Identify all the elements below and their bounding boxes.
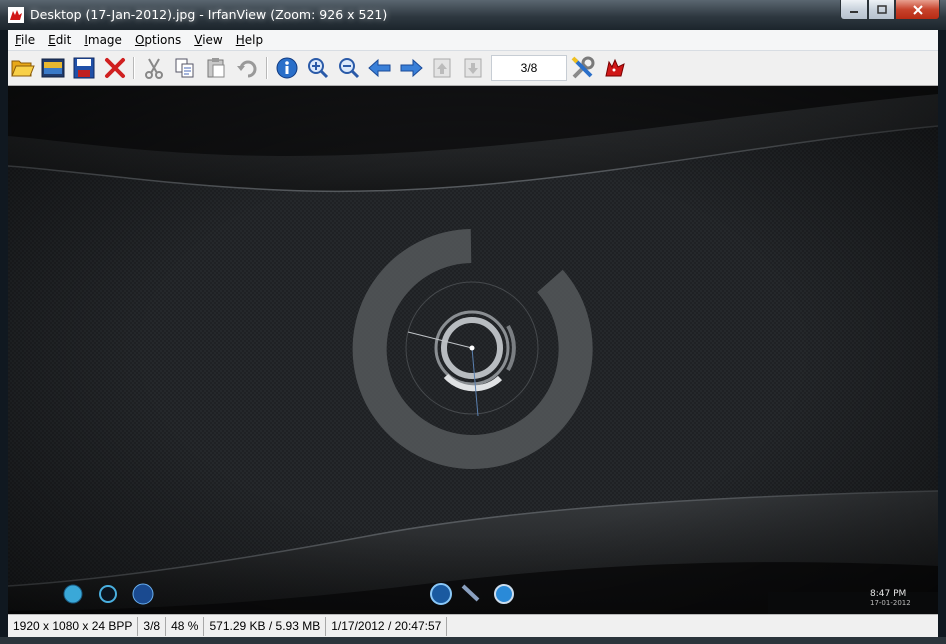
menu-help-mnemonic: H [235, 33, 245, 47]
save-icon [73, 57, 95, 79]
delete-button[interactable] [102, 55, 128, 81]
menu-help-label: elp [244, 33, 264, 47]
toolbar-separator [266, 57, 268, 79]
previous-button[interactable] [367, 55, 393, 81]
menu-options[interactable]: Options [128, 33, 187, 47]
window-frame-bottom [0, 637, 946, 644]
menu-file-label: ile [21, 33, 36, 47]
zoom-out-icon [339, 58, 360, 79]
page-indicator[interactable]: 3/8 [491, 55, 567, 81]
menu-view-label: iew [202, 33, 223, 47]
minimize-button[interactable] [840, 0, 868, 20]
properties-tools-icon [571, 56, 595, 79]
wallpaper-image [8, 86, 938, 614]
info-icon [276, 57, 298, 79]
slideshow-button[interactable] [40, 55, 66, 81]
about-button[interactable] [602, 55, 628, 81]
info-button[interactable] [274, 55, 300, 81]
menu-view-mnemonic: V [194, 33, 203, 47]
next-button[interactable] [398, 55, 424, 81]
overlay-clock-time: 8:47 PM [870, 589, 907, 599]
copy-button[interactable] [172, 55, 198, 81]
maximize-button[interactable] [868, 0, 895, 20]
status-datetime: 1/17/2012 / 20:47:57 [326, 617, 448, 636]
next-arrow-icon [400, 58, 423, 78]
status-bar: 1920 x 1080 x 24 BPP 3/8 48 % 571.29 KB … [8, 614, 938, 638]
menu-view[interactable]: View [187, 33, 228, 47]
close-icon [912, 4, 923, 15]
undo-button[interactable] [234, 55, 260, 81]
image-viewport[interactable]: 8:47 PM 17-01-2012 [8, 86, 938, 614]
menu-file[interactable]: File [8, 33, 41, 47]
menu-edit-mnemonic: E [48, 33, 56, 47]
paste-button[interactable] [203, 55, 229, 81]
previous-arrow-icon [368, 58, 391, 78]
menu-image[interactable]: Image [77, 33, 128, 47]
status-filesize: 571.29 KB / 5.93 MB [204, 617, 327, 636]
open-button[interactable] [10, 55, 36, 81]
properties-button[interactable] [570, 55, 596, 81]
irfanview-about-icon [605, 58, 625, 77]
menu-options-label: ptions [144, 33, 182, 47]
paste-icon [207, 58, 225, 78]
zoom-in-icon [308, 58, 329, 79]
zoom-in-button[interactable] [305, 55, 331, 81]
delete-icon [105, 58, 125, 78]
toolbar-separator [133, 57, 135, 79]
window-title: Desktop (17-Jan-2012).jpg - IrfanView (Z… [30, 7, 388, 22]
undo-icon [237, 60, 257, 78]
menu-options-mnemonic: O [134, 33, 145, 47]
overlay-clock-date: 17-01-2012 [870, 599, 911, 607]
status-dimensions: 1920 x 1080 x 24 BPP [8, 617, 139, 636]
first-page-button[interactable] [429, 55, 455, 81]
last-page-button[interactable] [460, 55, 486, 81]
first-page-icon [433, 58, 451, 78]
menu-help[interactable]: Help [229, 33, 269, 47]
last-page-icon [464, 58, 482, 78]
save-button[interactable] [71, 55, 97, 81]
irfanview-cat-icon [8, 7, 24, 23]
open-folder-icon [11, 60, 35, 77]
status-zoom: 48 % [166, 617, 205, 636]
maximize-icon [876, 5, 887, 14]
toolbar: 3/8 [8, 51, 938, 86]
cut-button[interactable] [141, 55, 167, 81]
slideshow-icon [41, 58, 65, 78]
status-index: 3/8 [138, 617, 167, 636]
menu-bar: File Edit Image Options View Help [8, 30, 938, 51]
close-button[interactable] [895, 0, 940, 20]
irfanview-window: Desktop (17-Jan-2012).jpg - IrfanView (Z… [0, 0, 946, 644]
menu-image-label: mage [87, 33, 122, 47]
cut-icon [145, 58, 163, 79]
copy-icon [175, 58, 194, 78]
title-bar[interactable]: Desktop (17-Jan-2012).jpg - IrfanView (Z… [0, 0, 946, 30]
menu-edit-label: dit [55, 33, 72, 47]
menu-edit[interactable]: Edit [41, 33, 77, 47]
minimize-icon [850, 10, 858, 13]
zoom-out-button[interactable] [336, 55, 362, 81]
